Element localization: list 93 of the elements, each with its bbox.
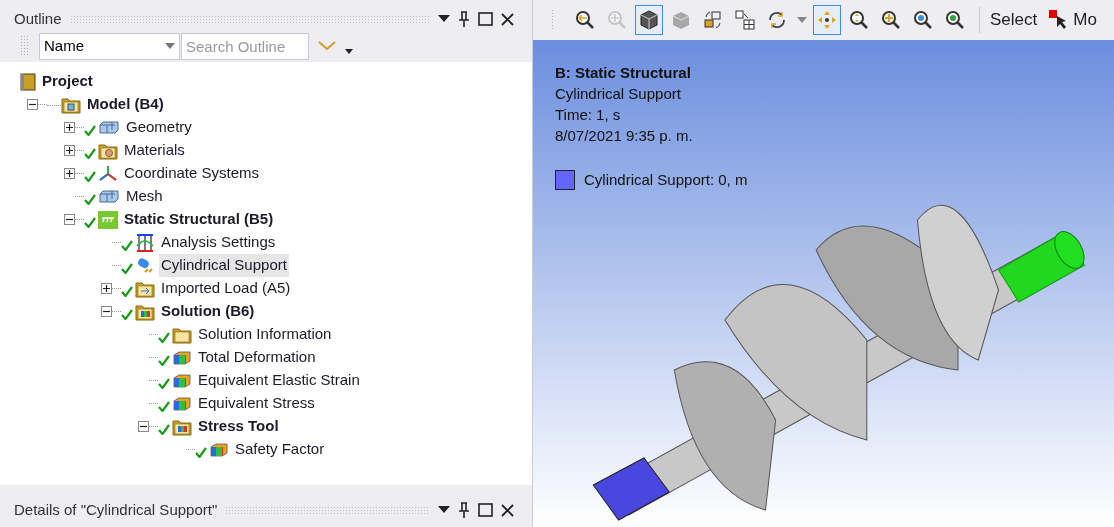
zoom-in-icon bbox=[881, 10, 901, 30]
panel-title: Details of "Cylindrical Support" bbox=[14, 499, 218, 520]
caret-icon bbox=[797, 17, 807, 23]
check-icon bbox=[158, 377, 170, 389]
zoom-in-icon bbox=[607, 10, 627, 30]
check-icon bbox=[121, 239, 133, 251]
dropdown-icon[interactable] bbox=[345, 48, 353, 54]
result-cube-icon bbox=[172, 349, 192, 366]
tree-item[interactable]: Analysis Settings bbox=[159, 231, 278, 254]
select-label[interactable]: Select bbox=[990, 7, 1038, 33]
check-icon bbox=[158, 331, 170, 343]
cube-icon bbox=[639, 10, 659, 30]
collapse-toggle[interactable] bbox=[27, 99, 38, 110]
toolbar-button[interactable] bbox=[635, 5, 663, 35]
pin-icon[interactable] bbox=[458, 502, 470, 518]
load-folder-icon bbox=[135, 279, 155, 298]
blocks-icon bbox=[98, 189, 120, 204]
mode-label[interactable]: Mo bbox=[1073, 7, 1097, 33]
axes-icon bbox=[98, 164, 118, 183]
annotation-text: Time: 1, s bbox=[555, 105, 622, 125]
check-icon bbox=[84, 147, 96, 159]
zoom-back-icon bbox=[575, 10, 595, 30]
tree-item[interactable]: Stress Tool bbox=[196, 415, 281, 438]
close-icon[interactable] bbox=[501, 12, 514, 26]
tree-item[interactable]: Equivalent Elastic Strain bbox=[196, 369, 362, 392]
pin-icon[interactable] bbox=[458, 11, 470, 27]
expand-toggle[interactable] bbox=[64, 122, 75, 133]
solution-folder-icon bbox=[135, 302, 155, 321]
result-cube-icon bbox=[172, 395, 192, 412]
check-icon bbox=[121, 308, 133, 320]
expand-toggle[interactable] bbox=[101, 283, 112, 294]
collapse-toggle[interactable] bbox=[64, 214, 75, 225]
check-icon bbox=[121, 262, 133, 274]
tree-item[interactable]: Project bbox=[40, 70, 95, 93]
tree-item[interactable]: Cylindrical Support bbox=[159, 254, 289, 277]
tree-item[interactable]: Geometry bbox=[124, 116, 194, 139]
support-icon bbox=[135, 256, 155, 275]
model-folder-icon bbox=[61, 95, 81, 114]
zoom-box-icon bbox=[913, 10, 933, 30]
dropdown-icon[interactable] bbox=[438, 15, 450, 23]
materials-folder-icon bbox=[98, 141, 118, 160]
tree-item[interactable]: Model (B4) bbox=[85, 93, 166, 116]
check-icon bbox=[158, 423, 170, 435]
caret-icon bbox=[165, 43, 175, 49]
maximize-icon[interactable] bbox=[478, 12, 493, 26]
analysis-icon bbox=[98, 210, 118, 229]
tree-item[interactable]: Safety Factor bbox=[233, 438, 327, 461]
rotate-icon bbox=[767, 10, 787, 30]
book-icon bbox=[20, 72, 36, 91]
tree-item[interactable]: Solution (B6) bbox=[159, 300, 257, 323]
frame-icon bbox=[135, 233, 155, 252]
pan-icon bbox=[817, 10, 837, 30]
zoom-fit-icon bbox=[945, 10, 965, 30]
check-icon bbox=[158, 400, 170, 412]
result-cube-icon bbox=[209, 441, 229, 458]
tree-item[interactable]: Mesh bbox=[124, 185, 165, 208]
tree-item[interactable]: Coordinate Systems bbox=[122, 162, 262, 185]
close-icon[interactable] bbox=[501, 503, 514, 517]
annotation-text: Cylindrical Support bbox=[555, 84, 682, 104]
column-dropdown[interactable]: Name bbox=[39, 32, 180, 60]
cube-icon bbox=[671, 10, 691, 30]
maximize-icon[interactable] bbox=[478, 503, 493, 517]
tree-item[interactable]: Materials bbox=[122, 139, 187, 162]
check-icon bbox=[195, 446, 207, 458]
panel-title: Outline bbox=[14, 8, 62, 29]
legend-label: Cylindrical Support: 0, m bbox=[584, 170, 748, 190]
tree-item[interactable]: Solution Information bbox=[196, 323, 334, 346]
solution-folder-icon bbox=[172, 417, 192, 436]
check-icon bbox=[84, 170, 96, 182]
tree-item[interactable]: Static Structural (B5) bbox=[122, 208, 276, 231]
collapse-toggle[interactable] bbox=[138, 421, 149, 432]
info-folder-icon bbox=[172, 325, 192, 344]
zoom-icon bbox=[849, 10, 869, 30]
expand-toggle[interactable] bbox=[64, 145, 75, 156]
check-icon bbox=[84, 124, 96, 136]
analysis-title: B: Static Structural bbox=[555, 63, 692, 83]
grid-icon bbox=[735, 10, 755, 30]
tree-item[interactable]: Total Deformation bbox=[196, 346, 318, 369]
expand-toggle[interactable] bbox=[64, 168, 75, 179]
dropdown-icon[interactable] bbox=[438, 506, 450, 514]
tree-item[interactable]: Imported Load (A5) bbox=[159, 277, 293, 300]
toolbar-grip[interactable] bbox=[551, 9, 555, 31]
result-cube-icon bbox=[172, 372, 192, 389]
check-icon bbox=[121, 285, 133, 297]
rotating-cubes-icon bbox=[702, 10, 724, 30]
tree-item[interactable]: Equivalent Stress bbox=[196, 392, 317, 415]
check-icon bbox=[84, 216, 96, 228]
blocks-icon bbox=[98, 120, 120, 135]
annotation-text: 8/07/2021 9:35 p. m. bbox=[555, 126, 694, 146]
check-icon bbox=[158, 354, 170, 366]
check-icon bbox=[84, 193, 96, 205]
collapse-toggle[interactable] bbox=[101, 306, 112, 317]
search-field[interactable]: Search Outline bbox=[181, 32, 309, 60]
